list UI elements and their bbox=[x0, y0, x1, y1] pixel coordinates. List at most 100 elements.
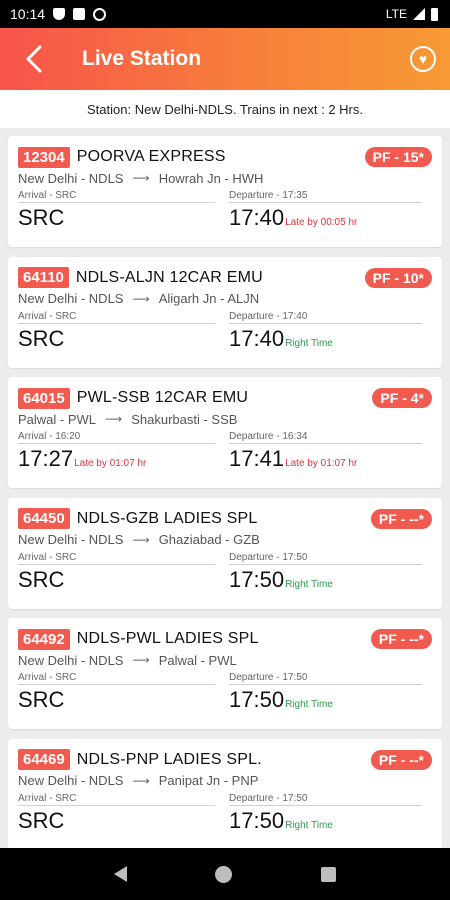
train-card[interactable]: 64469 NDLS-PNP LADIES SPL. PF - --* New Del… bbox=[8, 738, 442, 850]
arrival-time: SRC bbox=[18, 687, 65, 712]
departure-row: 17:40 Late by 00:05 hr bbox=[229, 205, 432, 231]
arrival-row: SRC bbox=[18, 326, 225, 352]
arrival-label: Arrival - SRC bbox=[18, 190, 215, 203]
status-bar-right: LTE bbox=[386, 7, 438, 21]
departure-block: Departure - 17:50 17:50 Right Time bbox=[225, 793, 432, 834]
departure-block: Departure - 17:50 17:50 Right Time bbox=[225, 672, 432, 713]
train-header: 64492 NDLS-PWL LADIES SPL bbox=[18, 628, 432, 650]
departure-status: Right Time bbox=[285, 819, 333, 831]
train-card[interactable]: 64450 NDLS-GZB LADIES SPL PF - --* New Delh… bbox=[8, 497, 442, 609]
app-header: Live Station ♥ bbox=[0, 28, 450, 90]
arrival-status: Late by 01:07 hr bbox=[74, 458, 147, 469]
departure-label: Departure - 17:50 bbox=[229, 552, 422, 565]
train-route: New Delhi - NDLS ⟶ Howrah Jn - HWH bbox=[18, 170, 432, 186]
train-times: Arrival - SRC SRC Departure - 17:50 17:50 Ri… bbox=[18, 672, 432, 713]
departure-block: Departure - 16:34 17:41 Late by 01:07 hr bbox=[225, 431, 432, 472]
departure-time: 17:50 bbox=[229, 566, 285, 592]
train-card[interactable]: 64110 NDLS-ALJN 12CAR EMU PF - 10* New Delh… bbox=[8, 256, 442, 368]
train-card[interactable]: 64492 NDLS-PWL LADIES SPL PF - --* New Delh… bbox=[8, 618, 442, 729]
arrival-label: Arrival - SRC bbox=[18, 672, 215, 685]
departure-label: Departure - 17:50 bbox=[229, 793, 422, 806]
arrow-right-icon: ⟶ bbox=[132, 653, 150, 667]
departure-block: Departure - 17:35 17:40 Late by 00:05 hr bbox=[225, 190, 432, 231]
platform-badge: PF - 15* bbox=[364, 147, 432, 167]
route-from: New Delhi - NDLS bbox=[18, 291, 124, 306]
train-times: Arrival - 16:20 17:27 Late by 01:07 hr Depa… bbox=[18, 431, 432, 472]
arrival-row: SRC bbox=[18, 567, 225, 593]
departure-time: 17:50 bbox=[229, 807, 285, 833]
arrival-block: Arrival - SRC SRC bbox=[18, 793, 225, 834]
arrival-row: SRC bbox=[18, 808, 225, 834]
chevron-left-icon bbox=[26, 45, 42, 73]
departure-status: Late by 01:07 hr bbox=[285, 458, 358, 469]
route-from: New Delhi - NDLS bbox=[18, 652, 124, 668]
train-number: 64450 bbox=[18, 508, 70, 529]
nav-recents-icon[interactable] bbox=[320, 866, 336, 882]
departure-time: 17:41 bbox=[229, 446, 285, 471]
network-type: LTE bbox=[385, 7, 407, 21]
route-from: New Delhi - NDLS bbox=[18, 773, 124, 788]
shield-icon bbox=[53, 8, 66, 20]
departure-time: 17:50 bbox=[229, 687, 285, 712]
platform-badge: PF - --* bbox=[370, 629, 432, 649]
train-times: Arrival - SRC SRC Departure - 17:40 17:40 Ri… bbox=[18, 311, 432, 352]
departure-row: 17:40 Right Time bbox=[229, 326, 432, 352]
arrival-time: 17:27 bbox=[18, 446, 74, 471]
departure-status: Right Time bbox=[285, 337, 333, 349]
arrow-right-icon: ⟶ bbox=[132, 291, 150, 306]
train-number: 64110 bbox=[18, 267, 69, 288]
favorite-button[interactable]: ♥ bbox=[410, 46, 436, 72]
train-route: New Delhi - NDLS ⟶ Aligarh Jn - ALJN bbox=[18, 291, 432, 307]
departure-block: Departure - 17:40 17:40 Right Time bbox=[225, 311, 432, 352]
train-route: New Delhi - NDLS ⟶ Palwal - PWL bbox=[18, 652, 432, 668]
departure-row: 17:50 Right Time bbox=[229, 687, 432, 713]
arrow-right-icon: ⟶ bbox=[132, 773, 150, 788]
train-header: 64450 NDLS-GZB LADIES SPL bbox=[18, 508, 432, 530]
route-from: Palwal - PWL bbox=[18, 411, 97, 427]
arrival-block: Arrival - SRC SRC bbox=[18, 672, 225, 713]
departure-status: Right Time bbox=[285, 699, 333, 710]
arrival-block: Arrival - 16:20 17:27 Late by 01:07 hr bbox=[18, 431, 225, 472]
departure-label: Departure - 17:35 bbox=[229, 190, 422, 203]
nav-back-icon[interactable] bbox=[114, 866, 128, 882]
departure-time: 17:40 bbox=[229, 325, 285, 351]
platform-badge: PF - --* bbox=[370, 508, 432, 529]
status-time: 10:14 bbox=[10, 6, 46, 22]
departure-label: Departure - 16:34 bbox=[229, 431, 422, 444]
train-card[interactable]: 64015 PWL-SSB 12CAR EMU PF - 4* Palwal - PW… bbox=[8, 377, 442, 488]
train-name: PWL-SSB 12CAR EMU bbox=[76, 389, 249, 406]
train-header: 64469 NDLS-PNP LADIES SPL. bbox=[18, 749, 432, 771]
route-to: Palwal - PWL bbox=[158, 652, 237, 668]
back-button[interactable] bbox=[14, 39, 54, 79]
route-to: Aligarh Jn - ALJN bbox=[158, 291, 260, 306]
arrival-label: Arrival - SRC bbox=[18, 793, 215, 806]
train-name: NDLS-PNP LADIES SPL. bbox=[76, 750, 262, 768]
departure-label: Departure - 17:50 bbox=[229, 672, 422, 685]
arrival-row: SRC bbox=[18, 205, 225, 231]
train-number: 12304 bbox=[18, 146, 70, 168]
departure-block: Departure - 17:50 17:50 Right Time bbox=[225, 552, 432, 593]
arrow-right-icon: ⟶ bbox=[132, 532, 150, 547]
train-list: 12304 POORVA EXPRESS PF - 15* New Delhi - N… bbox=[8, 136, 442, 859]
route-from: New Delhi - NDLS bbox=[18, 170, 124, 186]
train-times: Arrival - SRC SRC Departure - 17:50 17:50 Ri… bbox=[18, 793, 432, 834]
arrival-time: SRC bbox=[18, 807, 65, 833]
arrival-time: SRC bbox=[18, 205, 65, 230]
page-title: Live Station bbox=[82, 47, 202, 70]
route-to: Ghaziabad - GZB bbox=[158, 532, 260, 547]
route-from: New Delhi - NDLS bbox=[18, 532, 124, 547]
train-card[interactable]: 12304 POORVA EXPRESS PF - 15* New Delhi - N… bbox=[8, 136, 442, 247]
nav-home-icon[interactable] bbox=[215, 865, 233, 883]
route-to: Shakurbasti - SSB bbox=[131, 411, 238, 427]
arrival-row: 17:27 Late by 01:07 hr bbox=[18, 446, 225, 472]
arrival-block: Arrival - SRC SRC bbox=[18, 552, 225, 593]
station-info-text: Station: New Delhi-NDLS. Trains in next … bbox=[87, 101, 363, 117]
system-nav-bar bbox=[0, 848, 450, 900]
train-times: Arrival - SRC SRC Departure - 17:50 17:50 Ri… bbox=[18, 552, 432, 593]
train-name: NDLS-ALJN 12CAR EMU bbox=[75, 268, 263, 286]
train-times: Arrival - SRC SRC Departure - 17:35 17:40 La… bbox=[18, 190, 432, 231]
battery-icon bbox=[431, 7, 438, 21]
sd-card-icon bbox=[73, 8, 86, 20]
route-to: Panipat Jn - PNP bbox=[158, 773, 259, 788]
train-number: 64015 bbox=[18, 387, 70, 409]
